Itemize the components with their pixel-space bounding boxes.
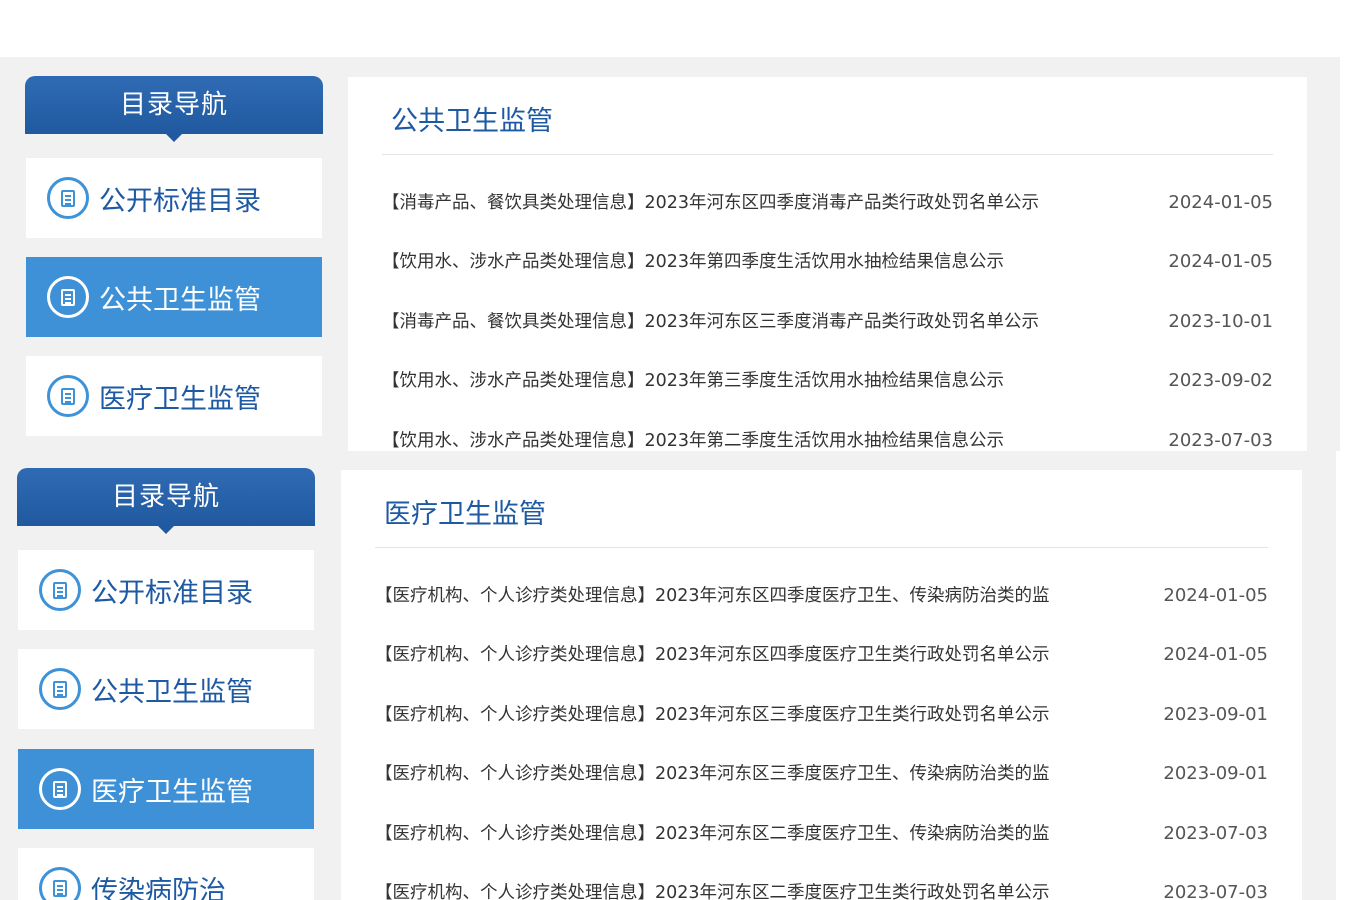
nav-item-infectious-disease-control[interactable]: 传染病防治 [18,848,314,900]
catalog-nav: 目录导航 公开标准目录 公共卫生监管 医疗卫生监管 传染病防治 [17,468,315,900]
document-icon [39,668,81,710]
list-item[interactable]: 【医疗机构、个人诊疗类处理信息】2023年河东区三季度医疗卫生、传染病防治类的监… [375,759,1268,789]
public-health-panel: 目录导航 公开标准目录 公共卫生监管 医疗卫生监管 公共卫生监管 【消毒产品、餐… [0,57,1340,451]
nav-item-public-health-supervision[interactable]: 公共卫生监管 [18,649,314,729]
nav-header-pointer [166,134,182,142]
list-item[interactable]: 【医疗机构、个人诊疗类处理信息】2023年河东区三季度医疗卫生类行政处罚名单公示… [375,700,1268,730]
list-item[interactable]: 【消毒产品、餐饮具类处理信息】2023年河东区四季度消毒产品类行政处罚名单公示 … [382,188,1273,218]
nav-item-label: 医疗卫生监管 [91,776,253,808]
list-item[interactable]: 【医疗机构、个人诊疗类处理信息】2023年河东区二季度医疗卫生类行政处罚名单公示… [375,878,1268,900]
list-item-title[interactable]: 【医疗机构、个人诊疗类处理信息】2023年河东区二季度医疗卫生、传染病防治类的监 [375,819,1050,849]
screen: 目录导航 公开标准目录 公共卫生监管 医疗卫生监管 公共卫生监管 【消毒产品、餐… [0,0,1351,900]
list-item-title[interactable]: 【医疗机构、个人诊疗类处理信息】2023年河东区三季度医疗卫生、传染病防治类的监 [375,759,1050,789]
nav-item-public-standard-catalog[interactable]: 公开标准目录 [18,550,314,630]
list-item-date: 2023-09-01 [1163,763,1268,784]
nav-item-public-health-supervision[interactable]: 公共卫生监管 [26,257,322,337]
list-item-date: 2024-01-05 [1168,192,1273,213]
list-item[interactable]: 【医疗机构、个人诊疗类处理信息】2023年河东区四季度医疗卫生类行政处罚名单公示… [375,640,1268,670]
document-icon [47,375,89,417]
list-item-title[interactable]: 【饮用水、涉水产品类处理信息】2023年第二季度生活饮用水抽检结果信息公示 [382,426,1004,451]
list-item-title[interactable]: 【饮用水、涉水产品类处理信息】2023年第四季度生活饮用水抽检结果信息公示 [382,247,1004,277]
list-item-title[interactable]: 【消毒产品、餐饮具类处理信息】2023年河东区四季度消毒产品类行政处罚名单公示 [382,188,1039,218]
nav-header: 目录导航 [25,76,323,142]
nav-header: 目录导航 [17,468,315,534]
list-item-date: 2024-01-05 [1163,644,1268,665]
list-item-date: 2023-09-02 [1168,370,1273,391]
nav-item-label: 公共卫生监管 [99,284,261,316]
list-item[interactable]: 【医疗机构、个人诊疗类处理信息】2023年河东区二季度医疗卫生、传染病防治类的监… [375,819,1268,849]
list-item-title[interactable]: 【医疗机构、个人诊疗类处理信息】2023年河东区二季度医疗卫生类行政处罚名单公示 [375,878,1050,900]
list-item-date: 2023-09-01 [1163,704,1268,725]
list-item-title[interactable]: 【医疗机构、个人诊疗类处理信息】2023年河东区四季度医疗卫生类行政处罚名单公示 [375,640,1050,670]
content-card: 公共卫生监管 【消毒产品、餐饮具类处理信息】2023年河东区四季度消毒产品类行政… [348,77,1307,451]
section-title: 医疗卫生监管 [384,499,546,530]
medical-health-panel: 目录导航 公开标准目录 公共卫生监管 医疗卫生监管 传染病防治 医疗卫生监管 【… [0,451,1336,900]
section-divider [382,154,1273,155]
document-icon [39,768,81,810]
list-item[interactable]: 【饮用水、涉水产品类处理信息】2023年第三季度生活饮用水抽检结果信息公示 20… [382,366,1273,396]
list-item-date: 2023-07-03 [1163,823,1268,844]
catalog-nav: 目录导航 公开标准目录 公共卫生监管 医疗卫生监管 [25,76,323,436]
list-item[interactable]: 【饮用水、涉水产品类处理信息】2023年第二季度生活饮用水抽检结果信息公示 20… [382,426,1273,451]
list-item-title[interactable]: 【饮用水、涉水产品类处理信息】2023年第三季度生活饮用水抽检结果信息公示 [382,366,1004,396]
nav-header-title: 目录导航 [119,90,228,120]
nav-item-label: 传染病防治 [91,875,226,900]
section-divider [375,547,1268,548]
list-item-date: 2024-01-05 [1168,251,1273,272]
nav-item-medical-health-supervision[interactable]: 医疗卫生监管 [18,749,314,829]
document-icon [47,177,89,219]
list-item-title[interactable]: 【消毒产品、餐饮具类处理信息】2023年河东区三季度消毒产品类行政处罚名单公示 [382,307,1039,337]
nav-item-label: 公共卫生监管 [91,676,253,708]
section-title: 公共卫生监管 [391,106,553,137]
document-icon [47,276,89,318]
nav-header-title: 目录导航 [111,482,220,512]
document-icon [39,867,81,900]
list-item-date: 2023-10-01 [1168,311,1273,332]
nav-header-pointer [158,526,174,534]
nav-item-label: 医疗卫生监管 [99,383,261,415]
list-item-date: 2024-01-05 [1163,585,1268,606]
nav-item-medical-health-supervision[interactable]: 医疗卫生监管 [26,356,322,436]
list-item-date: 2023-07-03 [1168,430,1273,451]
nav-item-label: 公开标准目录 [91,577,253,609]
list-item[interactable]: 【医疗机构、个人诊疗类处理信息】2023年河东区四季度医疗卫生、传染病防治类的监… [375,581,1268,611]
content-card: 医疗卫生监管 【医疗机构、个人诊疗类处理信息】2023年河东区四季度医疗卫生、传… [341,470,1302,900]
nav-item-label: 公开标准目录 [99,185,261,217]
nav-item-public-standard-catalog[interactable]: 公开标准目录 [26,158,322,238]
list-item-title[interactable]: 【医疗机构、个人诊疗类处理信息】2023年河东区四季度医疗卫生、传染病防治类的监 [375,581,1050,611]
list-item-date: 2023-07-03 [1163,882,1268,900]
list-item-title[interactable]: 【医疗机构、个人诊疗类处理信息】2023年河东区三季度医疗卫生类行政处罚名单公示 [375,700,1050,730]
list-item[interactable]: 【饮用水、涉水产品类处理信息】2023年第四季度生活饮用水抽检结果信息公示 20… [382,247,1273,277]
document-icon [39,569,81,611]
list-item[interactable]: 【消毒产品、餐饮具类处理信息】2023年河东区三季度消毒产品类行政处罚名单公示 … [382,307,1273,337]
